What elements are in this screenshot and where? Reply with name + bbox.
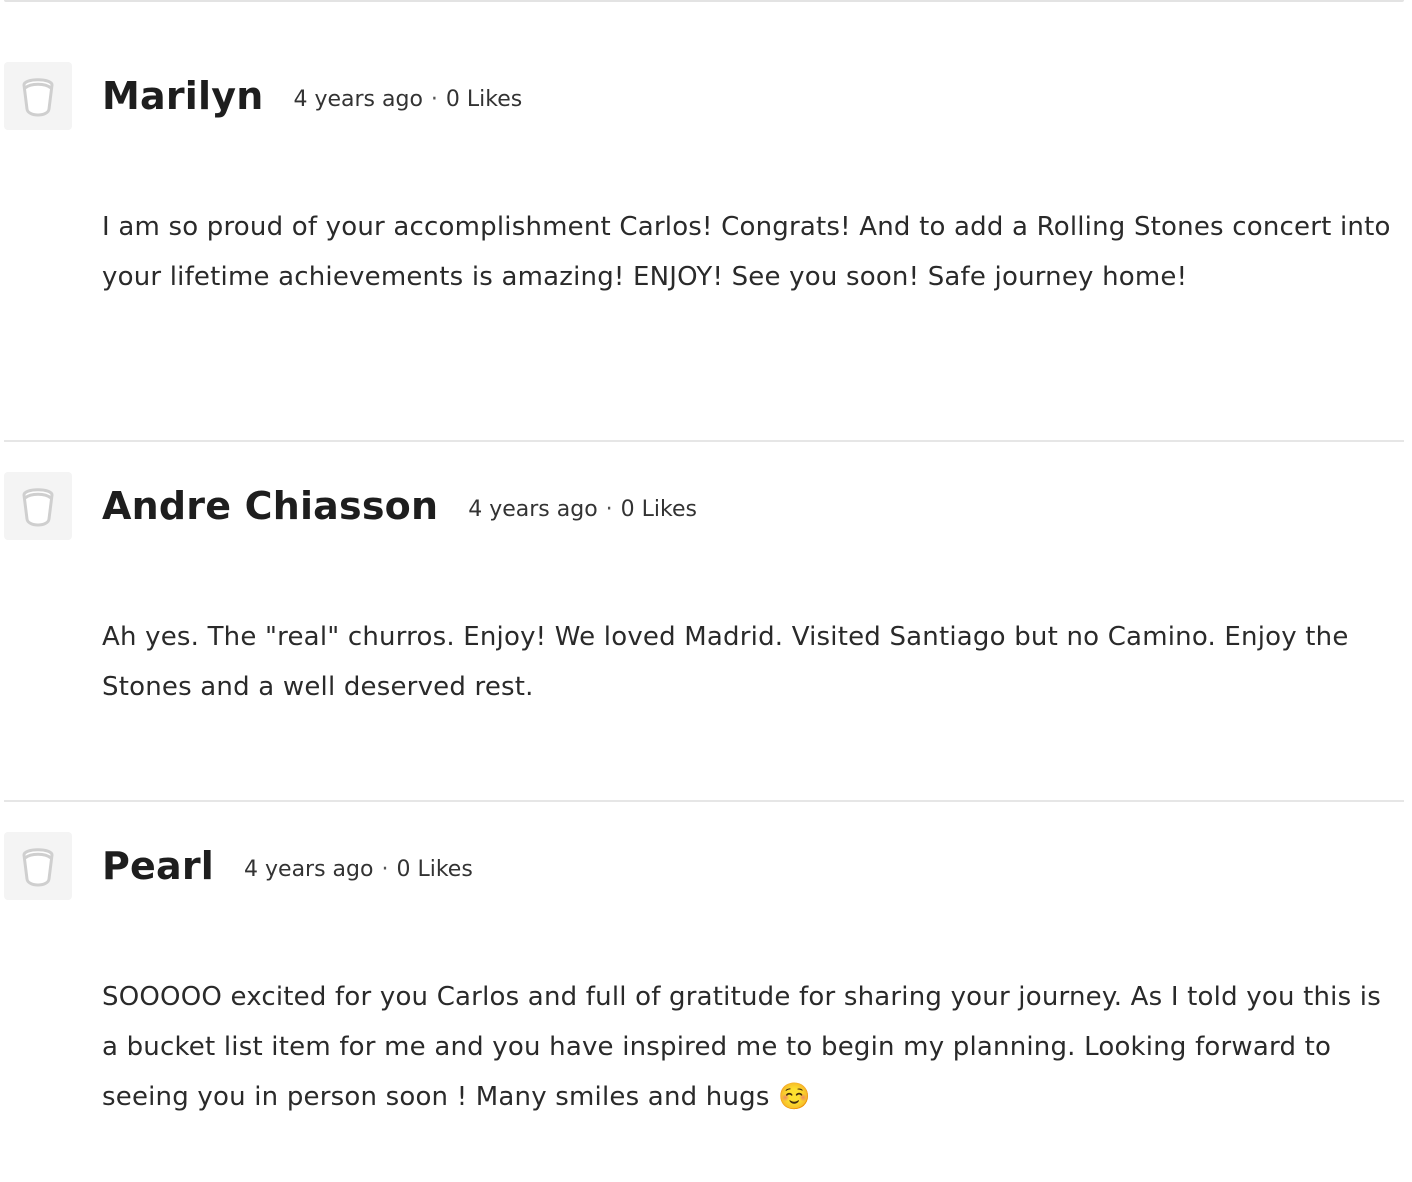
default-avatar-icon	[22, 848, 54, 887]
meta-separator: ·	[605, 496, 613, 522]
comment-meta: 4 years ago · 0 Likes	[244, 851, 473, 882]
meta-separator: ·	[430, 86, 438, 112]
default-avatar-icon	[22, 488, 54, 527]
comment-header: Andre Chiasson 4 years ago · 0 Likes	[102, 472, 697, 540]
comment-likes[interactable]: 0 Likes	[446, 87, 522, 112]
avatar[interactable]	[4, 62, 72, 130]
comment-likes[interactable]: 0 Likes	[621, 497, 697, 522]
comment-item: Andre Chiasson 4 years ago · 0 Likes Ah …	[4, 472, 1404, 802]
avatar[interactable]	[4, 832, 72, 900]
comment-meta: 4 years ago · 0 Likes	[293, 81, 522, 112]
comment-text: SOOOOO excited for you Carlos and full o…	[102, 982, 1381, 1112]
comment-author[interactable]: Marilyn	[102, 74, 263, 118]
comment-header: Pearl 4 years ago · 0 Likes	[102, 832, 473, 900]
comment-time: 4 years ago	[293, 86, 423, 112]
comment-text: I am so proud of your accomplishment Car…	[102, 212, 1391, 292]
comment-author[interactable]: Andre Chiasson	[102, 484, 438, 528]
comment-header: Marilyn 4 years ago · 0 Likes	[102, 62, 522, 130]
comment-meta: 4 years ago · 0 Likes	[468, 491, 697, 522]
avatar[interactable]	[4, 472, 72, 540]
comment-time: 4 years ago	[244, 856, 374, 882]
comment-author[interactable]: Pearl	[102, 844, 214, 888]
comment-text: Ah yes. The "real" churros. Enjoy! We lo…	[102, 622, 1349, 702]
comment-time: 4 years ago	[468, 496, 598, 522]
meta-separator: ·	[381, 856, 389, 882]
comment-item: Marilyn 4 years ago · 0 Likes I am so pr…	[4, 62, 1404, 442]
comment-likes[interactable]: 0 Likes	[396, 857, 472, 882]
default-avatar-icon	[22, 78, 54, 117]
top-divider	[4, 0, 1404, 2]
comment-item: Pearl 4 years ago · 0 Likes SOOOOO excit…	[4, 832, 1404, 1172]
